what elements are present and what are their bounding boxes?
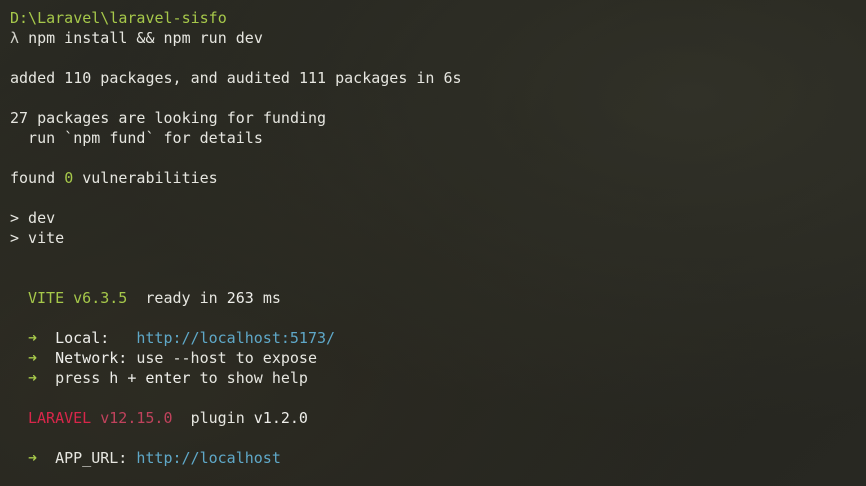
laravel-name: LARAVEL (28, 409, 92, 427)
found-prefix: found (10, 169, 65, 187)
help-line: ➜ press h + enter to show help (28, 368, 308, 388)
script-dev: > dev (10, 209, 56, 227)
found-suffix: vulnerabilities (73, 169, 218, 187)
laravel-version: v12.15.0 (100, 409, 173, 427)
laravel-plugin-line: LARAVEL v12.15.0 plugin v1.2.0 (28, 408, 308, 428)
script-vite: > vite (10, 229, 65, 247)
ready-text: ready in (145, 289, 218, 307)
vulnerability-report: found 0 vulnerabilities (10, 168, 218, 188)
ready-ms: 263 (226, 289, 254, 307)
local-label: Local: (55, 329, 110, 347)
ready-unit: ms (262, 289, 281, 307)
vulnerability-count: 0 (64, 169, 74, 187)
network-label: Network: (55, 349, 128, 367)
arrow-icon: ➜ (28, 369, 38, 387)
prompt-symbol: λ (10, 29, 20, 47)
app-url-line: ➜ APP_URL: http://localhost (28, 448, 281, 468)
help-suffix: to show help (199, 369, 308, 387)
command-line: λ npm install && npm run dev (10, 28, 263, 48)
help-key: h + enter (109, 369, 191, 387)
arrow-icon: ➜ (28, 329, 38, 347)
local-url-line: ➜ Local: http://localhost:5173/ (28, 328, 335, 348)
arrow-icon: ➜ (28, 449, 38, 467)
vite-name: VITE (28, 289, 65, 307)
arrow-icon: ➜ (28, 349, 38, 367)
plugin-text: plugin (190, 409, 245, 427)
funding-message: 27 packages are looking for funding (10, 109, 327, 127)
vite-ready-line: VITE v6.3.5 ready in 263 ms (28, 288, 281, 308)
current-path: D:\Laravel\laravel-sisfo (10, 9, 227, 27)
local-url-link[interactable]: http://localhost:5173/ (136, 329, 335, 347)
terminal-window[interactable]: D:\Laravel\laravel-sisfo λ npm install &… (0, 0, 866, 486)
network-text: use --host to expose (136, 349, 317, 367)
plugin-version: v1.2.0 (253, 409, 308, 427)
app-url-link[interactable]: http://localhost (136, 449, 281, 467)
command-text: npm install && npm run dev (28, 29, 263, 47)
local-url-prefix: http://localhost: (136, 329, 290, 347)
vite-version: v6.3.5 (73, 289, 128, 307)
network-line: ➜ Network: use --host to expose (28, 348, 317, 368)
fund-hint: run `npm fund` for details (10, 129, 263, 147)
install-summary: added 110 packages, and audited 111 pack… (10, 69, 462, 87)
local-port: 5173 (289, 329, 327, 347)
local-url-suffix: / (326, 329, 336, 347)
help-prefix: press (55, 369, 101, 387)
app-url-label: APP_URL: (55, 449, 128, 467)
